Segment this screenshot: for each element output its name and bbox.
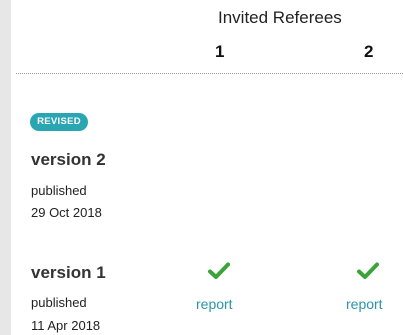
header-divider — [16, 73, 403, 74]
checkmark-icon — [357, 262, 379, 279]
left-accent-bar — [0, 0, 11, 335]
referee-2-report-link[interactable]: report — [346, 296, 383, 312]
version-1-published-label: published — [31, 295, 87, 310]
referee-1-number: 1 — [215, 42, 225, 61]
invited-referees-heading: Invited Referees — [218, 8, 342, 27]
version-2-title[interactable]: version 2 — [31, 150, 106, 170]
referee-1-report-link[interactable]: report — [196, 296, 233, 312]
version-1-published-date: 11 Apr 2018 — [31, 318, 101, 333]
checkmark-icon — [208, 262, 230, 279]
revised-badge: REVISED — [30, 113, 88, 131]
referee-2-number: 2 — [364, 42, 374, 61]
version-2-published-label: published — [31, 183, 87, 198]
version-2-published-date: 29 Oct 2018 — [31, 205, 102, 220]
version-1-title[interactable]: version 1 — [31, 263, 106, 283]
